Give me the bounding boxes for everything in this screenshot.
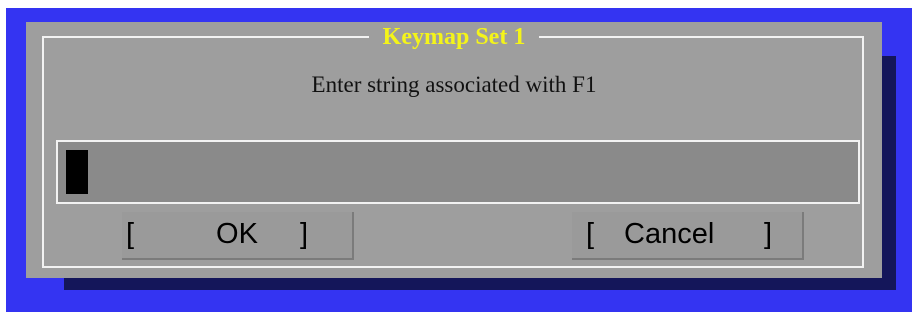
dialog-prompt: Enter string associated with F1 — [311, 72, 597, 97]
keymap-dialog: Keymap Set 1 Enter string associated wit… — [26, 22, 882, 278]
cancel-button[interactable]: [ Cancel ] — [572, 212, 804, 260]
ok-button[interactable]: [ OK ] — [122, 212, 354, 260]
cancel-close-bracket: ] — [764, 218, 773, 250]
string-input[interactable] — [56, 140, 860, 204]
ok-close-bracket: ] — [300, 218, 309, 250]
dialog-title-text: Keymap Set 1 — [368, 24, 540, 50]
text-cursor — [66, 150, 88, 194]
ok-label: OK — [216, 218, 258, 250]
cancel-label: Cancel — [624, 218, 715, 250]
dialog-title: Keymap Set 1 — [26, 24, 882, 51]
cancel-open-bracket: [ — [586, 218, 595, 250]
